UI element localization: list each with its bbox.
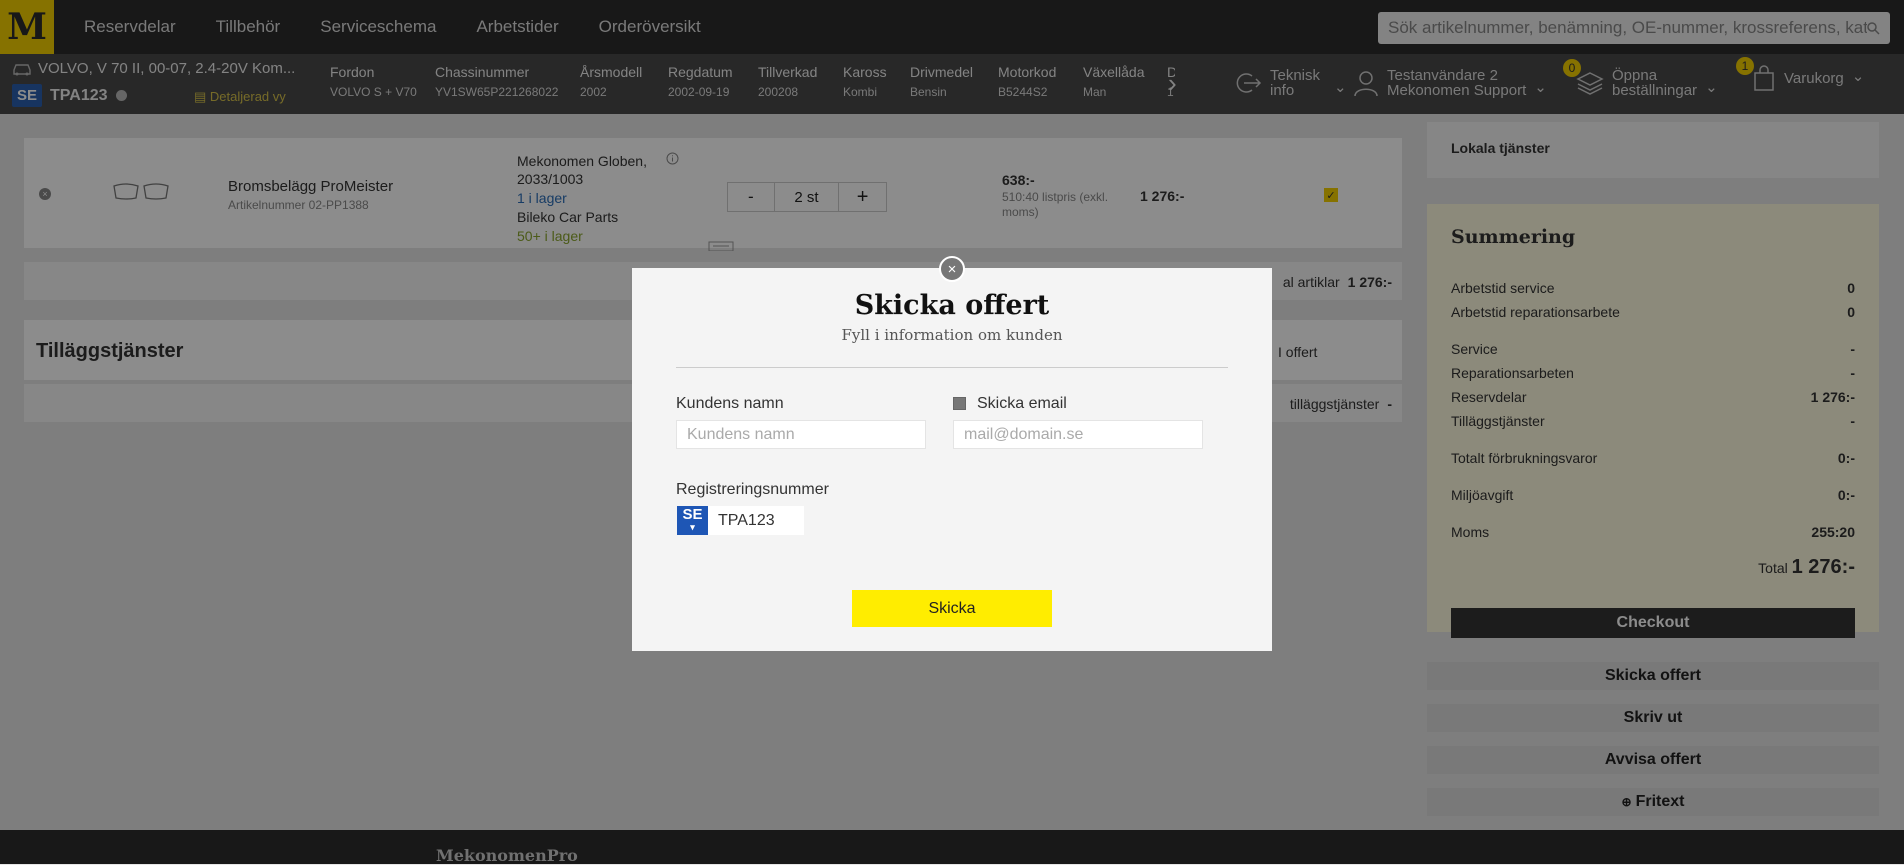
send-email-checkbox[interactable] — [953, 397, 966, 410]
reg-country-code: SE — [682, 505, 703, 523]
chevron-down-icon: ▾ — [690, 521, 695, 532]
reg-number-field[interactable]: TPA123 — [708, 506, 804, 535]
send-email-label: Skicka email — [977, 395, 1067, 412]
modal-title: Skicka offert — [854, 290, 1050, 321]
email-input[interactable] — [953, 420, 1203, 449]
customer-name-label: Kundens namn — [676, 395, 784, 412]
reg-number-label: Registreringsnummer — [676, 481, 829, 498]
modal-subtitle: Fyll i information om kunden — [841, 326, 1063, 344]
customer-name-input[interactable] — [676, 420, 926, 449]
close-icon[interactable]: × — [939, 256, 965, 282]
modal-divider — [676, 367, 1228, 368]
send-button[interactable]: Skicka — [852, 590, 1052, 627]
reg-country-badge: SE ▾ — [677, 506, 708, 535]
send-offer-modal: Skicka offert Fyll i information om kund… — [632, 268, 1272, 651]
